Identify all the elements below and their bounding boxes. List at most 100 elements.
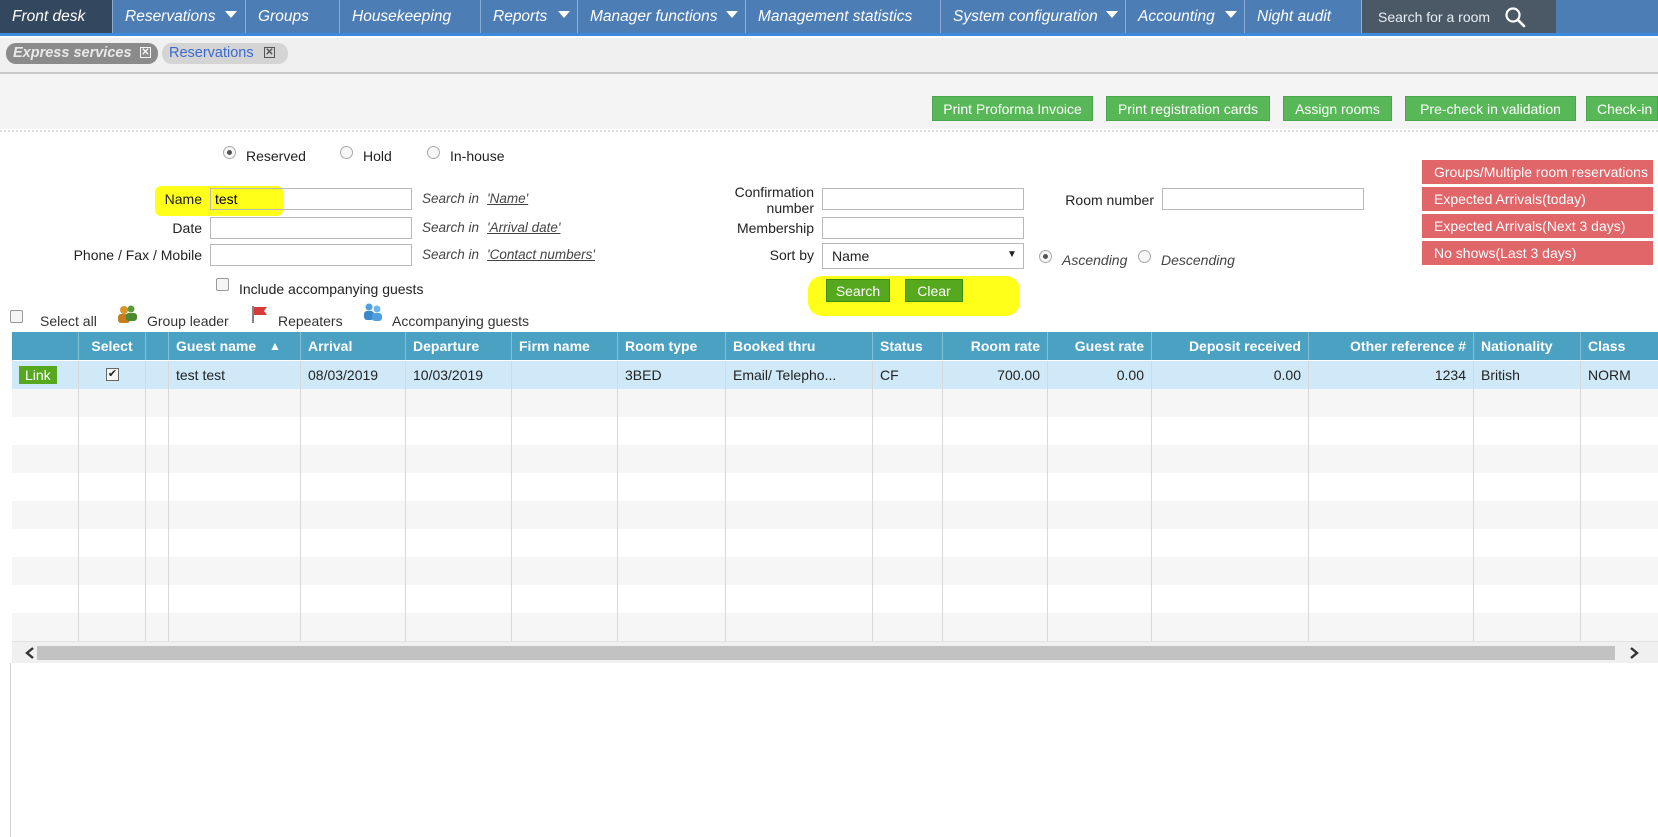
col-header-class[interactable]: Class	[1581, 332, 1658, 360]
table-cell	[146, 417, 169, 445]
nav-system-configuration[interactable]: System configuration	[941, 0, 1126, 33]
tab-label: Reservations	[169, 45, 254, 61]
table-row	[12, 529, 1658, 558]
table-cell	[146, 389, 169, 417]
col-header-deposit-received[interactable]: Deposit received	[1152, 332, 1309, 360]
table-cell	[406, 613, 512, 641]
col-header-booked-thru[interactable]: Booked thru	[726, 332, 873, 360]
nav-management-statistics[interactable]: Management statistics	[746, 0, 941, 33]
expected-arrivals-next3-button[interactable]: Expected Arrivals(Next 3 days)	[1422, 214, 1653, 238]
arrival-date-link[interactable]: 'Arrival date'	[487, 220, 560, 235]
chevron-down-icon	[1225, 11, 1237, 18]
search-icon[interactable]	[1504, 6, 1526, 28]
date-input[interactable]	[210, 217, 412, 239]
table-cell	[943, 389, 1048, 417]
radio-descending[interactable]	[1138, 250, 1151, 263]
table-cell	[301, 557, 406, 585]
table-cell	[301, 613, 406, 641]
table-cell	[406, 473, 512, 501]
table-cell	[12, 445, 79, 473]
phone-input[interactable]	[210, 244, 412, 266]
nav-reports[interactable]: Reports	[481, 0, 578, 33]
confirmation-label: Confirmation number	[700, 184, 814, 216]
nav-housekeeping[interactable]: Housekeeping	[340, 0, 481, 33]
close-icon[interactable]: ✕	[140, 47, 151, 58]
nav-reservations[interactable]: Reservations	[113, 0, 246, 33]
membership-input[interactable]	[822, 217, 1024, 239]
table-cell	[79, 613, 146, 641]
cell-firm-name	[512, 361, 618, 389]
table-cell	[618, 389, 726, 417]
contact-numbers-link[interactable]: 'Contact numbers'	[487, 247, 595, 262]
table-cell	[146, 613, 169, 641]
table-cell	[146, 557, 169, 585]
table-cell	[146, 473, 169, 501]
col-header-status[interactable]: Status	[873, 332, 943, 360]
table-cell	[1152, 501, 1309, 529]
col-header-guest-name[interactable]: Guest name ▲	[169, 332, 301, 360]
table-cell	[873, 529, 943, 557]
clear-button[interactable]: Clear	[905, 279, 963, 302]
nav-front-desk[interactable]: Front desk	[0, 0, 113, 33]
table-cell	[1581, 445, 1658, 473]
row-select-checkbox[interactable]: ✔	[106, 368, 119, 381]
room-search[interactable]: Search for a room	[1362, 0, 1556, 33]
nav-accounting[interactable]: Accounting	[1126, 0, 1245, 33]
nav-manager-functions[interactable]: Manager functions	[578, 0, 746, 33]
precheck-validation-button[interactable]: Pre-check in validation	[1405, 96, 1576, 121]
expected-arrivals-today-button[interactable]: Expected Arrivals(today)	[1422, 187, 1653, 211]
scroll-left-icon[interactable]	[24, 646, 36, 660]
cell-guest-name: test test	[169, 361, 301, 389]
table-cell	[943, 585, 1048, 613]
col-header-select[interactable]: Select	[79, 332, 146, 360]
ascending-label: Ascending	[1062, 252, 1128, 268]
link-button[interactable]: Link	[19, 366, 57, 384]
sort-by-select[interactable]: Name ▼	[822, 243, 1024, 269]
cell-icon	[146, 361, 169, 389]
close-icon[interactable]: ✕	[264, 47, 275, 58]
select-all-checkbox[interactable]	[10, 310, 23, 323]
no-shows-button[interactable]: No shows(Last 3 days)	[1422, 241, 1653, 265]
table-cell	[1581, 529, 1658, 557]
col-header-firm-name[interactable]: Firm name	[512, 332, 618, 360]
col-header-other-reference[interactable]: Other reference #	[1309, 332, 1474, 360]
print-registration-cards-button[interactable]: Print registration cards	[1106, 96, 1270, 121]
col-header-departure[interactable]: Departure	[406, 332, 512, 360]
nav-groups[interactable]: Groups	[246, 0, 340, 33]
nav-label: Groups	[258, 8, 309, 25]
table-cell	[618, 473, 726, 501]
col-header-nationality[interactable]: Nationality	[1474, 332, 1581, 360]
col-header-room-rate[interactable]: Room rate	[943, 332, 1048, 360]
table-cell	[1152, 557, 1309, 585]
groups-multiple-reservations-button[interactable]: Groups/Multiple room reservations	[1422, 160, 1653, 184]
col-header-guest-rate[interactable]: Guest rate	[1048, 332, 1152, 360]
name-field-link[interactable]: 'Name'	[487, 191, 528, 206]
include-accompanying-label: Include accompanying guests	[239, 281, 424, 297]
table-cell	[943, 501, 1048, 529]
print-proforma-button[interactable]: Print Proforma Invoice	[932, 96, 1093, 121]
name-input[interactable]	[210, 188, 412, 210]
radio-hold[interactable]	[340, 146, 353, 159]
assign-rooms-button[interactable]: Assign rooms	[1283, 96, 1392, 121]
table-cell	[146, 529, 169, 557]
table-row[interactable]: Link ✔ test test 08/03/2019 10/03/2019 3…	[12, 361, 1658, 390]
table-cell	[1474, 417, 1581, 445]
radio-inhouse[interactable]	[427, 146, 440, 159]
table-cell	[512, 417, 618, 445]
scrollbar-thumb[interactable]	[37, 646, 1615, 660]
chevron-down-icon	[558, 11, 570, 18]
tab-reservations[interactable]: Reservations ✕	[162, 43, 288, 64]
radio-ascending[interactable]	[1039, 250, 1052, 263]
room-number-input[interactable]	[1162, 188, 1364, 210]
col-header-room-type[interactable]: Room type	[618, 332, 726, 360]
search-button[interactable]: Search	[826, 279, 890, 302]
checkin-button[interactable]: Check-in	[1586, 96, 1658, 121]
tab-express-services[interactable]: Express services ✕	[6, 43, 158, 64]
radio-reserved[interactable]	[223, 146, 236, 159]
nav-night-audit[interactable]: Night audit	[1245, 0, 1362, 33]
chevron-down-icon	[1106, 11, 1118, 18]
scroll-right-icon[interactable]	[1628, 646, 1640, 660]
confirmation-number-input[interactable]	[822, 188, 1024, 210]
include-accompanying-checkbox[interactable]	[216, 278, 229, 291]
col-header-arrival[interactable]: Arrival	[301, 332, 406, 360]
